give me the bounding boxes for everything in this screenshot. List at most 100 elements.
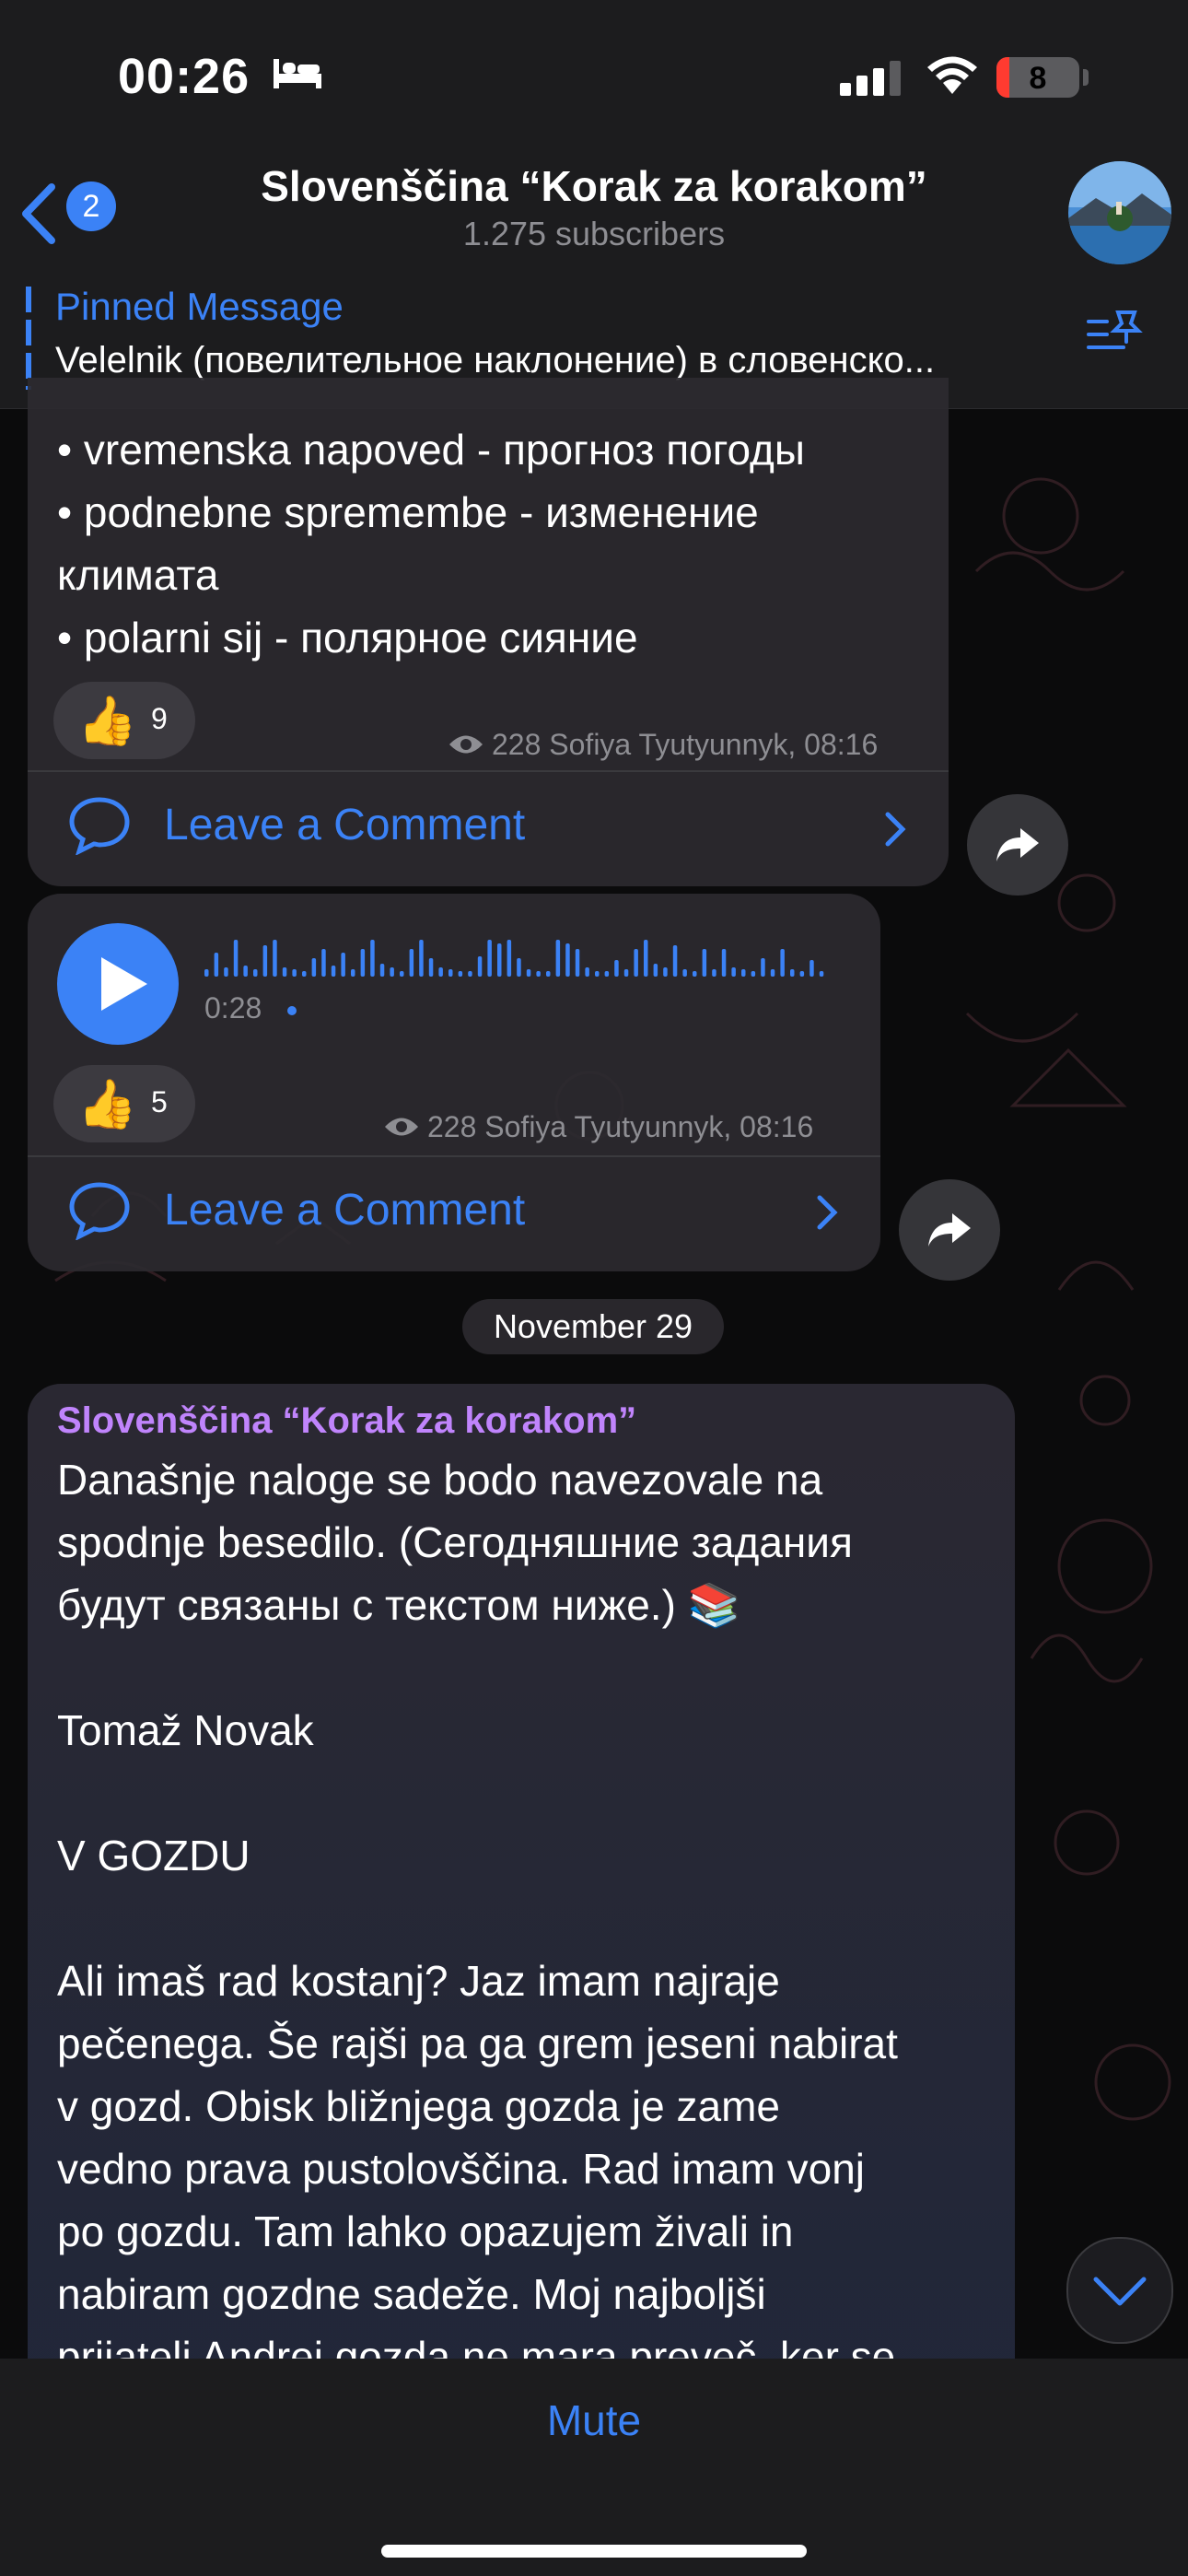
share-button[interactable]: [967, 794, 1068, 896]
waveform-bar: [595, 971, 600, 977]
battery-indicator: 8: [996, 57, 1079, 98]
reaction-count: 5: [151, 1085, 168, 1118]
waveform-bar: [438, 967, 443, 977]
waveform-bar: [517, 958, 521, 977]
waveform-bar: [428, 958, 434, 977]
message-line: климата: [57, 551, 219, 599]
leave-comment-link[interactable]: Leave a Comment: [164, 800, 525, 850]
reaction-chip[interactable]: 👍 9: [53, 682, 195, 759]
waveform-bar: [536, 971, 541, 977]
post-line: vedno prava pustolovščina. Rad imam vonj: [57, 2145, 866, 2193]
waveform-bar: [273, 940, 277, 977]
waveform-bar: [809, 960, 814, 977]
waveform-bar: [458, 971, 463, 977]
waveform-bar: [468, 971, 472, 977]
pin-list-icon[interactable]: [1087, 309, 1146, 357]
post-line: spodnje besedilo. (Сегодняшние задания: [57, 1518, 853, 1566]
waveform-bar: [712, 969, 716, 977]
play-button[interactable]: [57, 923, 179, 1045]
waveform-bar: [351, 969, 355, 977]
waveform-bar: [672, 945, 678, 977]
waveform-bar: [400, 971, 404, 977]
waveform-bar: [565, 943, 570, 977]
waveform-bar: [302, 971, 307, 977]
waveform-bar: [370, 940, 375, 977]
message-line: • vremenska napoved - прогноз погоды: [57, 426, 805, 474]
status-time: 00:26: [118, 49, 250, 104]
status-bar: 00:26 8: [0, 0, 1188, 161]
waveform-bar: [360, 949, 366, 977]
waveform-bar: [585, 967, 589, 977]
voice-waveform[interactable]: [204, 931, 840, 986]
message-line: • polarni sij - полярное сияние: [57, 614, 638, 662]
waveform-bar: [243, 966, 248, 977]
scroll-to-bottom-button[interactable]: [1066, 2237, 1173, 2344]
channel-title[interactable]: Slovenščina “Korak za korakom”: [0, 161, 1188, 211]
waveform-bar: [761, 958, 765, 977]
subscriber-count: 1.275 subscribers: [462, 215, 726, 252]
waveform-bar: [262, 945, 268, 977]
message-line: • podnebne spremembe - изменение: [57, 488, 759, 536]
waveform-bar: [321, 949, 326, 977]
waveform-bar: [448, 969, 453, 977]
comment-bubble-icon: [69, 797, 130, 855]
waveform-bar: [292, 969, 297, 977]
cellular-signal-icon: [840, 61, 901, 96]
waveform-bar: [780, 949, 785, 977]
waveform-bar: [390, 967, 394, 977]
waveform-bar: [575, 949, 580, 977]
voice-duration: 0:28: [204, 991, 262, 1025]
divider: [28, 1155, 880, 1157]
post-line: [57, 1887, 898, 1950]
waveform-bar: [204, 969, 209, 977]
post-author[interactable]: Slovenščina “Korak za korakom”: [57, 1400, 636, 1442]
chevron-right-icon[interactable]: [884, 811, 908, 848]
bottom-bar: Mute: [0, 2359, 1188, 2576]
chat-header: 2 Slovenščina “Korak za korakom” 1.275 s…: [0, 161, 1188, 271]
channel-avatar[interactable]: [1068, 161, 1171, 264]
waveform-bar: [233, 940, 239, 977]
lake-bled-image: [1068, 161, 1171, 264]
waveform-bar: [555, 940, 561, 977]
waveform-bar: [282, 967, 287, 977]
leave-comment-link[interactable]: Leave a Comment: [164, 1185, 525, 1235]
post-line: V GOZDU: [57, 1832, 250, 1879]
waveform-bar: [634, 949, 638, 977]
reaction-count: 9: [151, 702, 168, 735]
pinned-text: Velelnik (повелительное наклонение) в сл…: [55, 340, 936, 381]
post-line: Današnje naloge se bodo navezovale na: [57, 1456, 823, 1504]
waveform-bar: [546, 971, 551, 977]
views-eye-icon: [385, 1118, 418, 1136]
waveform-bar: [224, 967, 228, 977]
post-line: v gozd. Obisk bližnjega gozda je zame: [57, 2082, 780, 2130]
post-line: будут связаны с текстом ниже.) 📚: [57, 1581, 740, 1629]
waveform-bar: [693, 971, 697, 977]
chevron-down-icon: [1093, 2277, 1147, 2306]
comment-bubble-icon: [69, 1182, 130, 1240]
waveform-bar: [311, 958, 317, 977]
date-divider: November 29: [462, 1299, 724, 1354]
waveform-bar: [702, 949, 707, 977]
sleep-focus-icon: [274, 59, 321, 88]
waveform-bar: [477, 956, 483, 977]
reaction-chip[interactable]: 👍 5: [53, 1065, 195, 1142]
waveform-bar: [663, 967, 668, 977]
waveform-bar: [682, 969, 687, 977]
waveform-bar: [751, 971, 756, 977]
message-meta: 228 Sofiya Tyutyunnyk, 08:16: [492, 728, 879, 761]
share-arrow-icon: [928, 1213, 971, 1247]
waveform-bar: [741, 969, 746, 977]
waveform-bar: [331, 966, 336, 977]
thumbs-up-icon: 👍: [77, 695, 137, 748]
post-text: Današnje naloge se bodo navezovale na sp…: [57, 1448, 898, 2388]
post-line: nabiram gozdne sadeže. Moj najboljši: [57, 2270, 766, 2318]
chevron-right-icon[interactable]: [816, 1194, 840, 1231]
post-line: [57, 1636, 898, 1699]
divider: [28, 770, 949, 772]
share-button[interactable]: [899, 1179, 1000, 1281]
post-line: Ali imaš rad kostanj? Jaz imam najraje: [57, 1957, 780, 2005]
waveform-bar: [770, 969, 775, 977]
mute-button[interactable]: Mute: [0, 2395, 1188, 2445]
message-meta: 228 Sofiya Tyutyunnyk, 08:16: [427, 1110, 814, 1143]
waveform-bar: [497, 943, 502, 977]
